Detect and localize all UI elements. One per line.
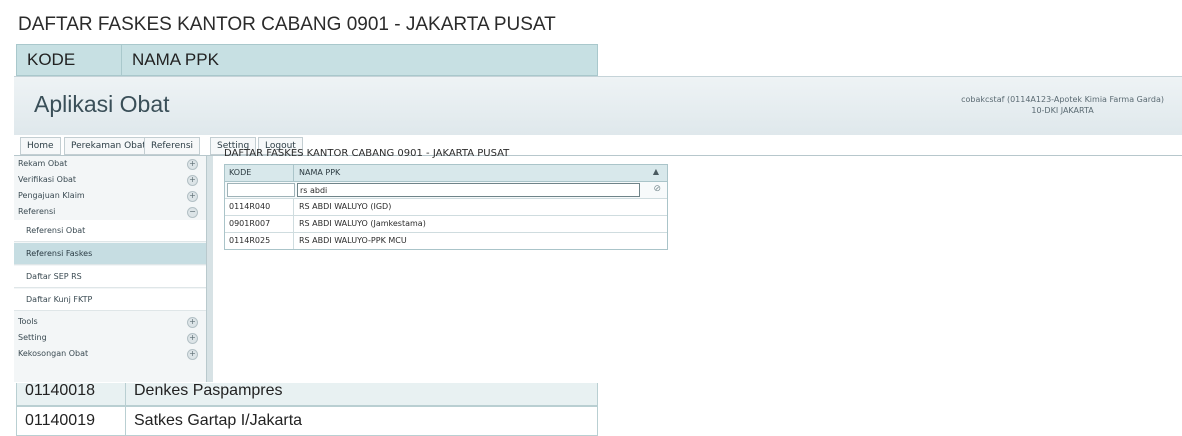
sidebar-item-referensi-faskes[interactable]: Referensi Faskes xyxy=(14,243,206,265)
expand-icon[interactable]: + xyxy=(187,333,198,344)
user-info: cobakcstaf (0114A123-Apotek Kimia Farma … xyxy=(961,94,1164,116)
sidebar-section-kekosongan-obat[interactable]: Kekosongan Obat + xyxy=(14,346,206,362)
sidebar-item-daftar-sep-rs[interactable]: Daftar SEP RS xyxy=(14,266,206,288)
table-row[interactable]: 0901R007 RS ABDI WALUYO (Jamkestama) xyxy=(225,215,667,232)
row-kode: 0901R007 xyxy=(229,219,271,228)
expand-icon[interactable]: + xyxy=(187,191,198,202)
sidebar-item-referensi-obat[interactable]: Referensi Obat xyxy=(14,220,206,242)
app-header: Aplikasi Obat cobakcstaf (0114A123-Apote… xyxy=(14,77,1182,136)
expand-icon[interactable]: + xyxy=(187,175,198,186)
bg-col-kode: KODE xyxy=(17,45,122,75)
clear-filter-icon[interactable]: ⊘ xyxy=(653,184,661,194)
column-separator xyxy=(293,199,294,215)
sidebar-item-daftar-kunj-fktp[interactable]: Daftar Kunj FKTP xyxy=(14,289,206,311)
column-separator xyxy=(293,216,294,232)
sidebar-section-tools[interactable]: Tools + xyxy=(14,314,206,330)
sidebar-section-label: Referensi xyxy=(18,207,56,216)
column-separator xyxy=(293,233,294,249)
sidebar-section-label: Kekosongan Obat xyxy=(18,349,89,358)
sidebar-section-label: Pengajuan Klaim xyxy=(18,191,85,200)
column-separator xyxy=(293,165,294,181)
row-kode: 0114R040 xyxy=(229,202,271,211)
sidebar-section-verifikasi-obat[interactable]: Verifikasi Obat + xyxy=(14,172,206,188)
background-title: DAFTAR FASKES KANTOR CABANG 0901 - JAKAR… xyxy=(18,14,556,35)
menu-bar: Home Perekaman Obat Referensi Setting Lo… xyxy=(14,135,1182,156)
menu-referensi[interactable]: Referensi xyxy=(144,137,201,155)
faskes-grid: KODE NAMA PPK ▲ ⊘ 0114R040 RS ABDI WALUY… xyxy=(224,164,668,250)
table-row[interactable]: 0114R025 RS ABDI WALUYO-PPK MCU xyxy=(225,232,667,249)
sidebar: Rekam Obat + Verifikasi Obat + Pengajuan… xyxy=(14,156,207,382)
expand-icon[interactable]: + xyxy=(187,317,198,328)
grid-header: KODE NAMA PPK ▲ xyxy=(225,165,667,181)
grid-filter-row: ⊘ xyxy=(225,181,667,198)
bg-col-nama: NAMA PPK xyxy=(132,50,219,69)
sort-icon[interactable]: ▲ xyxy=(653,167,659,176)
app-window: Aplikasi Obat cobakcstaf (0114A123-Apote… xyxy=(14,76,1182,383)
table-row[interactable]: 01140019 Satkes Gartap I/Jakarta xyxy=(16,406,598,436)
user-region: 10-DKI JAKARTA xyxy=(1031,106,1094,115)
sidebar-splitter[interactable] xyxy=(207,156,213,382)
bg-row-kode: 01140018 xyxy=(25,382,95,399)
row-kode: 0114R025 xyxy=(229,236,271,245)
row-nama: RS ABDI WALUYO-PPK MCU xyxy=(299,236,407,245)
menu-home[interactable]: Home xyxy=(20,137,61,155)
column-header-kode[interactable]: KODE xyxy=(229,168,251,177)
background-table-header: KODE NAMA PPK xyxy=(17,45,597,75)
sidebar-section-rekam-obat[interactable]: Rekam Obat + xyxy=(14,156,206,172)
bg-row-kode: 01140019 xyxy=(25,412,95,429)
collapse-icon[interactable]: − xyxy=(187,207,198,218)
filter-kode-input[interactable] xyxy=(227,183,295,197)
column-header-nama[interactable]: NAMA PPK xyxy=(299,168,340,177)
expand-icon[interactable]: + xyxy=(187,159,198,170)
sidebar-section-pengajuan-klaim[interactable]: Pengajuan Klaim + xyxy=(14,188,206,204)
sidebar-section-label: Verifikasi Obat xyxy=(18,175,77,184)
app-title: Aplikasi Obat xyxy=(34,91,170,117)
sidebar-section-label: Setting xyxy=(18,333,47,342)
sidebar-section-setting[interactable]: Setting + xyxy=(14,330,206,346)
sidebar-section-label: Tools xyxy=(18,317,38,326)
bg-row-nama: Satkes Gartap I/Jakarta xyxy=(125,407,302,435)
row-nama: RS ABDI WALUYO (IGD) xyxy=(299,202,392,211)
expand-icon[interactable]: + xyxy=(187,349,198,360)
user-name: cobakcstaf (0114A123-Apotek Kimia Farma … xyxy=(961,95,1164,104)
row-nama: RS ABDI WALUYO (Jamkestama) xyxy=(299,219,426,228)
content-title: DAFTAR FASKES KANTOR CABANG 0901 - JAKAR… xyxy=(224,148,510,159)
sidebar-section-label: Rekam Obat xyxy=(18,159,68,168)
table-row[interactable]: 0114R040 RS ABDI WALUYO (IGD) xyxy=(225,198,667,215)
menu-perekaman-obat[interactable]: Perekaman Obat xyxy=(64,137,153,155)
filter-nama-input[interactable] xyxy=(297,183,640,197)
sidebar-section-referensi[interactable]: Referensi − xyxy=(14,204,206,220)
